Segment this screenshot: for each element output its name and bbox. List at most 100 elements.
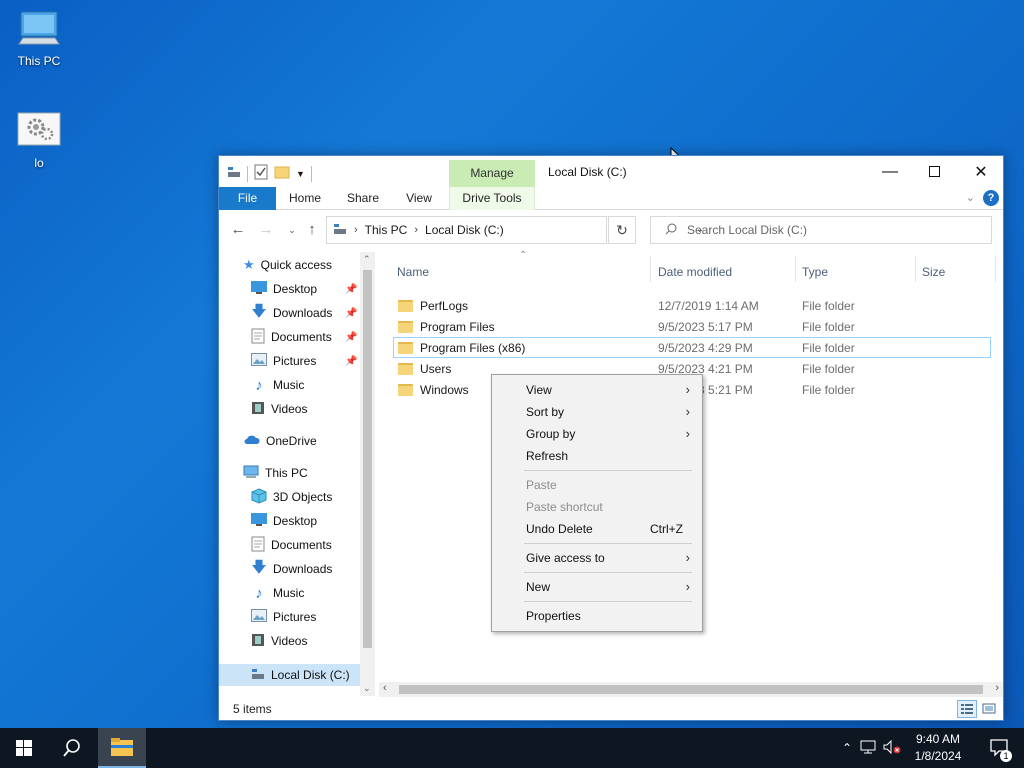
tab-drive-tools[interactable]: Drive Tools bbox=[449, 187, 535, 210]
menu-item-refresh[interactable]: Refresh bbox=[492, 445, 702, 467]
scroll-left-icon[interactable]: ‹ bbox=[383, 682, 387, 694]
desktop-icon-label: lo bbox=[34, 156, 44, 170]
scroll-thumb[interactable] bbox=[399, 685, 983, 694]
forward-arrow-icon[interactable]: → bbox=[257, 220, 275, 240]
tab-home[interactable]: Home bbox=[282, 187, 328, 210]
column-divider bbox=[995, 256, 996, 282]
help-icon[interactable]: ? bbox=[983, 190, 999, 206]
search-icon bbox=[665, 223, 677, 238]
nav-desktop[interactable]: Desktop bbox=[251, 278, 317, 300]
documents-icon bbox=[251, 328, 265, 347]
chevron-right-icon[interactable]: › bbox=[414, 224, 418, 236]
scroll-thumb[interactable] bbox=[363, 270, 372, 648]
properties-icon[interactable] bbox=[254, 164, 268, 183]
settings-shortcut-icon bbox=[17, 112, 61, 152]
taskbar-clock[interactable]: 9:40 AM 1/8/2024 bbox=[906, 731, 970, 765]
chevron-right-icon[interactable]: › bbox=[354, 224, 358, 236]
nav-pane-scrollbar[interactable]: ⌃ ⌄ bbox=[360, 252, 375, 696]
nav-downloads[interactable]: 🡇 Downloads bbox=[251, 558, 332, 580]
menu-item-new[interactable]: New › bbox=[492, 576, 702, 598]
scroll-right-icon[interactable]: › bbox=[995, 682, 999, 694]
close-button[interactable]: ✕ bbox=[958, 156, 1004, 187]
maximize-button[interactable] bbox=[911, 156, 957, 187]
sort-ascending-icon: ⌃ bbox=[519, 250, 528, 261]
table-row[interactable]: PerfLogs 12/7/2019 1:14 AM File folder bbox=[393, 295, 991, 316]
tab-view[interactable]: View bbox=[399, 187, 439, 210]
nav-3d-objects[interactable]: 3D Objects bbox=[251, 486, 332, 508]
menu-separator bbox=[524, 572, 692, 573]
music-note-icon: ♪ bbox=[255, 376, 263, 394]
scroll-down-icon[interactable]: ⌄ bbox=[363, 683, 371, 694]
start-button[interactable] bbox=[0, 728, 48, 768]
menu-item-sort-by[interactable]: Sort by › bbox=[492, 401, 702, 423]
expand-ribbon-icon[interactable]: ⌄ bbox=[966, 191, 975, 204]
large-icons-view-icon[interactable] bbox=[979, 700, 999, 718]
nav-local-disk[interactable]: Local Disk (C:) bbox=[219, 664, 360, 686]
breadcrumb-this-pc[interactable]: This PC bbox=[365, 223, 408, 237]
nav-pictures[interactable]: Pictures bbox=[251, 350, 316, 372]
menu-item-give-access[interactable]: Give access to › bbox=[492, 547, 702, 569]
tab-share[interactable]: Share bbox=[341, 187, 385, 210]
search-button[interactable] bbox=[48, 728, 96, 768]
horizontal-scrollbar[interactable]: ‹ › bbox=[379, 682, 1003, 697]
new-folder-icon[interactable] bbox=[274, 165, 290, 182]
nav-label: Local Disk (C:) bbox=[271, 668, 350, 682]
desktop-icon bbox=[251, 281, 267, 297]
nav-this-pc[interactable]: This PC bbox=[243, 462, 308, 484]
nav-quick-access[interactable]: ★ Quick access bbox=[243, 254, 332, 276]
nav-pictures[interactable]: Pictures bbox=[251, 606, 316, 628]
nav-desktop[interactable]: Desktop bbox=[251, 510, 317, 532]
menu-item-view[interactable]: View › bbox=[492, 379, 702, 401]
file-date: 9/5/2023 5:17 PM bbox=[658, 319, 753, 334]
menu-item-group-by[interactable]: Group by › bbox=[492, 423, 702, 445]
column-header-date[interactable]: Date modified bbox=[658, 262, 732, 282]
column-divider bbox=[795, 256, 796, 282]
search-input[interactable]: Search Local Disk (C:) bbox=[650, 216, 992, 244]
notification-count-badge: 1 bbox=[1000, 750, 1012, 762]
table-row[interactable]: Program Files 9/5/2023 5:17 PM File fold… bbox=[393, 316, 991, 337]
customize-toolbar-icon[interactable]: ▼ bbox=[296, 169, 305, 179]
address-bar[interactable]: › This PC › Local Disk (C:) ⌄ bbox=[326, 216, 704, 244]
back-arrow-icon[interactable]: ← bbox=[229, 220, 247, 240]
show-hidden-icons-chevron-icon[interactable]: ⌃ bbox=[838, 741, 856, 755]
file-explorer-taskbar-button[interactable] bbox=[98, 728, 146, 768]
column-header-type[interactable]: Type bbox=[802, 262, 828, 282]
nav-label: Documents bbox=[271, 330, 332, 344]
manage-contextual-tab[interactable]: Manage bbox=[449, 160, 535, 187]
nav-label: Videos bbox=[271, 634, 308, 648]
up-arrow-icon[interactable]: ↑ bbox=[303, 220, 321, 240]
table-row[interactable]: Program Files (x86) 9/5/2023 4:29 PM Fil… bbox=[393, 337, 991, 358]
action-center-button[interactable]: 1 bbox=[976, 728, 1024, 768]
network-icon[interactable] bbox=[856, 740, 880, 757]
nav-label: 3D Objects bbox=[273, 490, 333, 504]
tab-file[interactable]: File bbox=[219, 187, 276, 210]
recent-locations-icon[interactable]: ⌄ bbox=[283, 220, 301, 240]
menu-label: View bbox=[526, 383, 552, 397]
nav-documents[interactable]: Documents bbox=[251, 534, 332, 556]
volume-muted-icon[interactable] bbox=[880, 739, 904, 757]
nav-music[interactable]: ♪ Music bbox=[251, 582, 304, 604]
nav-videos[interactable]: Videos bbox=[251, 398, 307, 420]
details-view-icon[interactable] bbox=[957, 700, 977, 718]
minimize-button[interactable]: — bbox=[867, 156, 913, 187]
refresh-icon[interactable]: ↻ bbox=[608, 216, 636, 244]
menu-item-properties[interactable]: Properties bbox=[492, 605, 702, 627]
desktop-icon-lo[interactable]: lo bbox=[7, 112, 71, 170]
drive-small-icon[interactable] bbox=[227, 166, 241, 181]
toolbar-divider bbox=[310, 165, 312, 182]
menu-item-undo-delete[interactable]: Undo Delete Ctrl+Z bbox=[492, 518, 702, 540]
nav-downloads[interactable]: 🡇 Downloads bbox=[251, 302, 332, 324]
column-header-size[interactable]: Size bbox=[922, 262, 945, 282]
menu-label: Paste shortcut bbox=[526, 500, 603, 514]
file-type: File folder bbox=[802, 382, 855, 397]
scroll-up-icon[interactable]: ⌃ bbox=[363, 254, 371, 265]
file-explorer-icon bbox=[111, 738, 133, 756]
nav-videos[interactable]: Videos bbox=[251, 630, 307, 652]
nav-documents[interactable]: Documents bbox=[251, 326, 332, 348]
nav-onedrive[interactable]: OneDrive bbox=[243, 430, 317, 452]
clock-date: 1/8/2024 bbox=[914, 749, 962, 763]
column-header-name[interactable]: Name bbox=[397, 262, 429, 282]
nav-music[interactable]: ♪ Music bbox=[251, 374, 304, 396]
breadcrumb-local-disk[interactable]: Local Disk (C:) bbox=[425, 223, 504, 237]
desktop-icon-this-pc[interactable]: This PC bbox=[7, 10, 71, 68]
